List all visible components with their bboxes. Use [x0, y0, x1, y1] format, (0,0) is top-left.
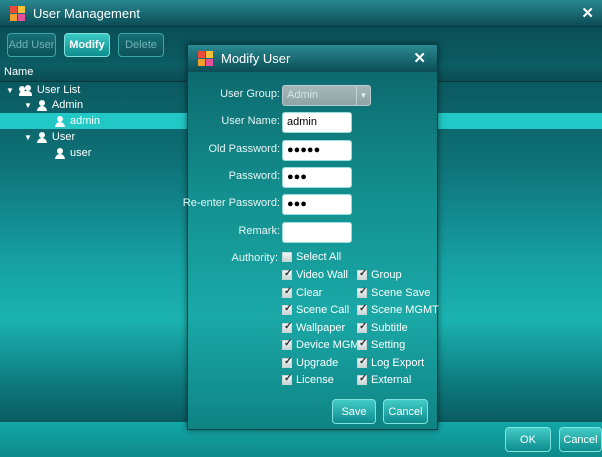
remark-input[interactable] — [282, 222, 352, 243]
authority-checkbox[interactable]: Scene Save — [357, 286, 430, 300]
tree-node-group-user[interactable]: ▼ User — [24, 129, 75, 145]
checkbox-label: Upgrade — [296, 356, 339, 369]
checkbox-box[interactable] — [282, 373, 292, 385]
authority-checkbox[interactable]: Subtitle — [357, 321, 408, 335]
checkbox-box[interactable] — [282, 286, 292, 298]
triangle-down-icon[interactable]: ▼ — [24, 101, 32, 110]
select-all-checkbox[interactable]: Select All — [282, 250, 341, 264]
checkbox-label: License — [296, 374, 334, 386]
old-password-label: Old Password: — [208, 143, 280, 155]
checkbox-box[interactable] — [357, 286, 367, 298]
checkbox-box[interactable] — [357, 373, 367, 385]
checkbox-label: External — [371, 374, 412, 386]
tree-label: user — [70, 147, 92, 159]
authority-checkbox[interactable]: License — [282, 373, 334, 387]
old-password-input[interactable]: ●●●●● — [282, 140, 352, 161]
checkbox-label: Log Export — [371, 356, 425, 369]
reenter-password-input[interactable]: ●●● — [282, 194, 352, 215]
checkbox-label: Device MGMT — [296, 339, 367, 351]
tree-node-user-user[interactable]: user — [55, 145, 91, 161]
dialog-title: Modify User — [221, 51, 291, 66]
tree-node-user-list[interactable]: ▼ User List — [6, 82, 80, 98]
checkbox-label: Subtitle — [371, 321, 408, 334]
authority-checkbox[interactable]: Clear — [282, 286, 322, 300]
checkbox-label: Group — [371, 269, 402, 281]
chevron-down-icon: ▼ — [356, 86, 370, 105]
user-name-label: User Name: — [221, 115, 280, 127]
authority-checkbox[interactable]: Wallpaper — [282, 321, 345, 335]
authority-checkbox[interactable]: Scene MGMT — [357, 303, 439, 317]
checkbox-box[interactable] — [357, 268, 367, 280]
authority-checkbox[interactable]: Group — [357, 268, 402, 282]
reenter-password-row: Re-enter Password: ●●● — [183, 194, 437, 215]
save-button[interactable]: Save — [332, 399, 376, 424]
checkbox-label: Wallpaper — [296, 321, 346, 334]
window-title: User Management — [33, 5, 140, 21]
checkbox-box[interactable] — [357, 321, 367, 333]
triangle-down-icon[interactable]: ▼ — [6, 86, 14, 95]
remark-label: Remark: — [238, 225, 280, 237]
close-icon[interactable]: ✕ — [413, 49, 426, 67]
password-row: Password: ●●● — [188, 167, 437, 188]
authority-checkbox[interactable]: Upgrade — [282, 356, 338, 370]
checkbox-label: Select All — [296, 251, 342, 263]
authority-checkbox[interactable]: Video Wall — [282, 268, 348, 282]
user-name-row: User Name: admin — [188, 112, 437, 133]
app-logo-icon — [10, 5, 25, 21]
close-icon[interactable]: ✕ — [581, 4, 594, 22]
checkbox-box[interactable] — [357, 338, 367, 350]
add-user-button[interactable]: Add User — [7, 33, 56, 57]
authority-checkbox[interactable]: Log Export — [357, 356, 424, 370]
authority-checkbox[interactable]: Scene Call — [282, 303, 349, 317]
title-bar: User Management ✕ — [0, 0, 602, 27]
password-input[interactable]: ●●● — [282, 167, 352, 188]
delete-button[interactable]: Delete — [118, 33, 164, 57]
checkbox-label: Scene Call — [296, 304, 350, 316]
checkbox-label: Clear — [296, 286, 323, 299]
checkbox-box[interactable] — [282, 338, 292, 350]
authority-checkbox[interactable]: Setting — [357, 338, 405, 352]
app-logo-icon — [198, 51, 213, 66]
checkbox-box[interactable] — [282, 268, 292, 280]
user-icon — [55, 147, 65, 159]
dialog-title-bar: Modify User ✕ — [188, 45, 437, 72]
password-label: Password: — [228, 170, 280, 182]
reenter-password-label: Re-enter Password: — [182, 197, 280, 209]
cancel-button[interactable]: Cancel — [559, 427, 602, 452]
checkbox-box[interactable] — [282, 252, 292, 262]
checkbox-box[interactable] — [357, 356, 367, 368]
remark-row: Remark: — [188, 222, 437, 243]
user-group-row: User Group: Admin ▼ — [188, 85, 437, 106]
tree-label: User — [51, 131, 76, 143]
old-password-row: Old Password: ●●●●● — [188, 140, 437, 161]
user-group-select: Admin ▼ — [282, 85, 371, 106]
triangle-down-icon[interactable]: ▼ — [24, 133, 32, 142]
authority-checkbox[interactable]: Device MGMT — [282, 338, 366, 352]
checkbox-label: Scene MGMT — [371, 304, 439, 316]
authority-label: Authority: — [231, 252, 278, 264]
checkbox-box[interactable] — [282, 303, 292, 315]
checkbox-label: Video Wall — [296, 269, 348, 281]
user-icon — [36, 99, 47, 111]
checkbox-label: Setting — [371, 339, 406, 351]
user-name-input[interactable]: admin — [282, 112, 352, 133]
tree-label: User List — [36, 84, 81, 96]
ok-button[interactable]: OK — [505, 427, 551, 452]
user-group-label: User Group: — [220, 88, 280, 100]
user-group-value: Admin — [287, 89, 319, 101]
modify-user-dialog: Modify User ✕ User Group: Admin ▼ User N… — [183, 44, 439, 430]
users-group-icon — [18, 84, 32, 96]
authority-checkbox[interactable]: External — [357, 373, 411, 387]
modify-button[interactable]: Modify — [64, 33, 110, 57]
user-icon — [55, 115, 65, 127]
tree-node-group-admin[interactable]: ▼ Admin — [24, 97, 83, 113]
checkbox-box[interactable] — [357, 303, 367, 315]
checkbox-box[interactable] — [282, 356, 292, 368]
user-icon — [36, 131, 47, 143]
checkbox-box[interactable] — [282, 321, 292, 333]
dialog-cancel-button[interactable]: Cancel — [383, 399, 428, 424]
tree-label: Admin — [51, 99, 84, 111]
tree-label: admin — [70, 115, 100, 127]
checkbox-label: Scene Save — [371, 286, 431, 299]
